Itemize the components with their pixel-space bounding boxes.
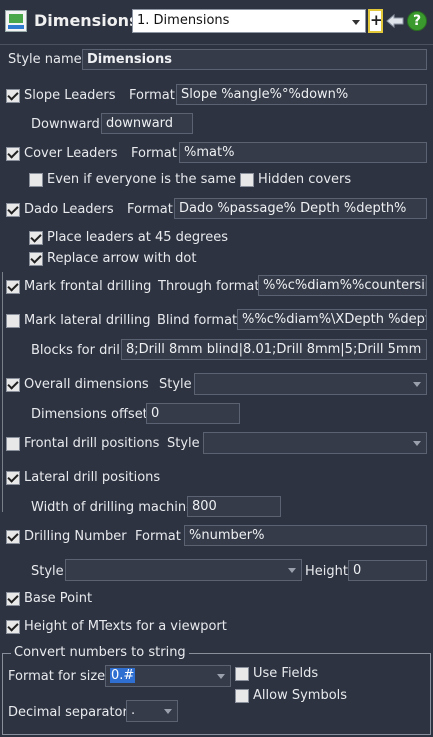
drilling-number-format-input[interactable]: %number% xyxy=(184,525,427,546)
dimensions-offset-label: Dimensions offset xyxy=(31,407,148,422)
app-icon xyxy=(5,10,27,32)
dimensions-offset-value: 0 xyxy=(151,406,160,421)
dado-leaders-checkbox[interactable] xyxy=(6,203,20,217)
slope-leaders-checkbox[interactable] xyxy=(6,89,20,103)
slope-leaders-label: Slope Leaders xyxy=(24,88,116,103)
frontal-drilling-checkbox[interactable] xyxy=(6,280,20,294)
decimal-separator-label: Decimal separator xyxy=(8,705,128,720)
machine-width-input[interactable]: 800 xyxy=(187,496,281,517)
cover-format-value: %mat% xyxy=(184,145,235,160)
replace-arrow-checkbox[interactable] xyxy=(29,252,43,266)
drilling-number-label: Drilling Number xyxy=(24,529,127,544)
use-fields-label: Use Fields xyxy=(253,666,319,681)
decimal-separator-dropdown[interactable]: . xyxy=(126,700,178,722)
downward-label: Downward xyxy=(31,117,100,132)
through-format-input[interactable]: %%c%diam%%countersinl xyxy=(258,275,427,296)
panel-title: Dimensions xyxy=(34,11,139,30)
style-dropdown[interactable]: 1. Dimensions xyxy=(132,9,366,33)
lateral-positions-label: Lateral drill positions xyxy=(24,470,161,485)
style-name-value: Dimensions xyxy=(87,52,172,67)
style-name-input[interactable]: Dimensions xyxy=(82,49,427,70)
downward-value: downward xyxy=(106,116,174,131)
slope-format-value: Slope %angle%°%down% xyxy=(181,87,349,102)
header-divider xyxy=(0,44,433,45)
cover-leaders-checkbox[interactable] xyxy=(6,147,20,161)
overall-dimensions-label: Overall dimensions xyxy=(24,377,149,392)
place-45-label: Place leaders at 45 degrees xyxy=(47,230,228,245)
drilling-number-style-dropdown[interactable] xyxy=(65,559,302,581)
hidden-covers-label: Hidden covers xyxy=(258,172,352,187)
through-format-label: Through format xyxy=(158,279,260,294)
chevron-down-icon xyxy=(413,441,421,446)
blocks-for-drill-value: 8;Drill 8mm blind|8.01;Drill 8mm|5;Drill… xyxy=(126,342,427,357)
help-icon[interactable]: ? xyxy=(407,11,427,31)
even-if-same-label: Even if everyone is the same xyxy=(47,172,237,187)
frontal-positions-checkbox[interactable] xyxy=(6,437,20,451)
frontal-drilling-label: Mark frontal drilling xyxy=(24,279,152,294)
drilling-number-height-label: Height xyxy=(305,564,348,579)
allow-symbols-label: Allow Symbols xyxy=(253,688,348,703)
cover-format-label: Format xyxy=(131,146,177,161)
lateral-drilling-label: Mark lateral drilling xyxy=(24,313,151,328)
hidden-covers-checkbox[interactable] xyxy=(240,173,254,187)
add-style-button[interactable]: + xyxy=(368,9,383,33)
overall-style-label: Style xyxy=(159,377,192,392)
blind-format-value: %%c%diam%\XDepth %depth xyxy=(242,312,427,327)
drilling-number-style-label: Style xyxy=(31,564,64,579)
drilling-number-format-label: Format xyxy=(135,529,181,544)
use-fields-checkbox[interactable] xyxy=(235,667,249,681)
slope-format-input[interactable]: Slope %angle%°%down% xyxy=(176,84,427,105)
dado-format-input[interactable]: Dado %passage% Depth %depth% xyxy=(174,198,427,219)
cover-format-input[interactable]: %mat% xyxy=(179,142,427,163)
drilling-section-bar xyxy=(2,272,3,512)
frontal-positions-style-dropdown[interactable] xyxy=(203,432,427,454)
cover-leaders-label: Cover Leaders xyxy=(24,146,118,161)
frontal-positions-label: Frontal drill positions xyxy=(24,436,160,451)
drilling-number-height-input[interactable]: 0 xyxy=(348,560,427,581)
blind-format-input[interactable]: %%c%diam%\XDepth %depth xyxy=(237,309,427,330)
dado-format-value: Dado %passage% Depth %depth% xyxy=(179,201,407,216)
dado-leaders-label: Dado Leaders xyxy=(24,202,114,217)
lateral-positions-checkbox[interactable] xyxy=(6,471,20,485)
blind-format-label: Blind format xyxy=(157,313,238,328)
style-name-label: Style name xyxy=(8,52,82,67)
machine-width-value: 800 xyxy=(192,499,217,514)
machine-width-label: Width of drilling machine xyxy=(31,500,195,515)
chevron-down-icon xyxy=(164,709,172,714)
chevron-down-icon xyxy=(413,382,421,387)
lateral-drilling-checkbox[interactable] xyxy=(6,314,20,328)
frontal-positions-style-label: Style xyxy=(167,436,200,451)
mtexts-height-label: Height of MTexts for a viewport xyxy=(24,619,227,634)
dimensions-offset-input[interactable]: 0 xyxy=(146,403,240,424)
even-if-same-checkbox[interactable] xyxy=(29,173,43,187)
slope-format-label: Format xyxy=(129,88,175,103)
back-arrow-icon[interactable] xyxy=(386,13,404,29)
blocks-for-drill-label: Blocks for drill xyxy=(31,343,124,358)
convert-numbers-title: Convert numbers to string xyxy=(11,644,189,662)
blocks-for-drill-input[interactable]: 8;Drill 8mm blind|8.01;Drill 8mm|5;Drill… xyxy=(121,339,427,360)
place-45-checkbox[interactable] xyxy=(29,231,43,245)
replace-arrow-label: Replace arrow with dot xyxy=(47,251,197,266)
drilling-number-checkbox[interactable] xyxy=(6,530,20,544)
downward-input[interactable]: downward xyxy=(101,113,193,134)
style-dropdown-value: 1. Dimensions xyxy=(137,13,230,28)
base-point-checkbox[interactable] xyxy=(6,592,20,606)
drilling-number-format-value: %number% xyxy=(189,528,265,543)
chevron-down-icon xyxy=(217,674,225,679)
mtexts-height-checkbox[interactable] xyxy=(6,620,20,634)
base-point-label: Base Point xyxy=(24,591,93,606)
format-for-size-dropdown[interactable]: 0.# xyxy=(105,665,231,687)
overall-style-dropdown[interactable] xyxy=(194,373,427,395)
header-bar: Dimensions 1. Dimensions + ? xyxy=(0,0,433,44)
chevron-down-icon xyxy=(288,568,296,573)
allow-symbols-checkbox[interactable] xyxy=(235,689,249,703)
chevron-down-icon xyxy=(352,20,360,25)
format-for-size-value: 0.# xyxy=(110,668,136,683)
dado-format-label: Format xyxy=(127,202,173,217)
format-for-size-label: Format for size xyxy=(8,669,106,684)
decimal-separator-value: . xyxy=(131,703,136,718)
overall-dimensions-checkbox[interactable] xyxy=(6,378,20,392)
drilling-number-height-value: 0 xyxy=(353,563,362,578)
through-format-value: %%c%diam%%countersinl xyxy=(263,278,427,293)
